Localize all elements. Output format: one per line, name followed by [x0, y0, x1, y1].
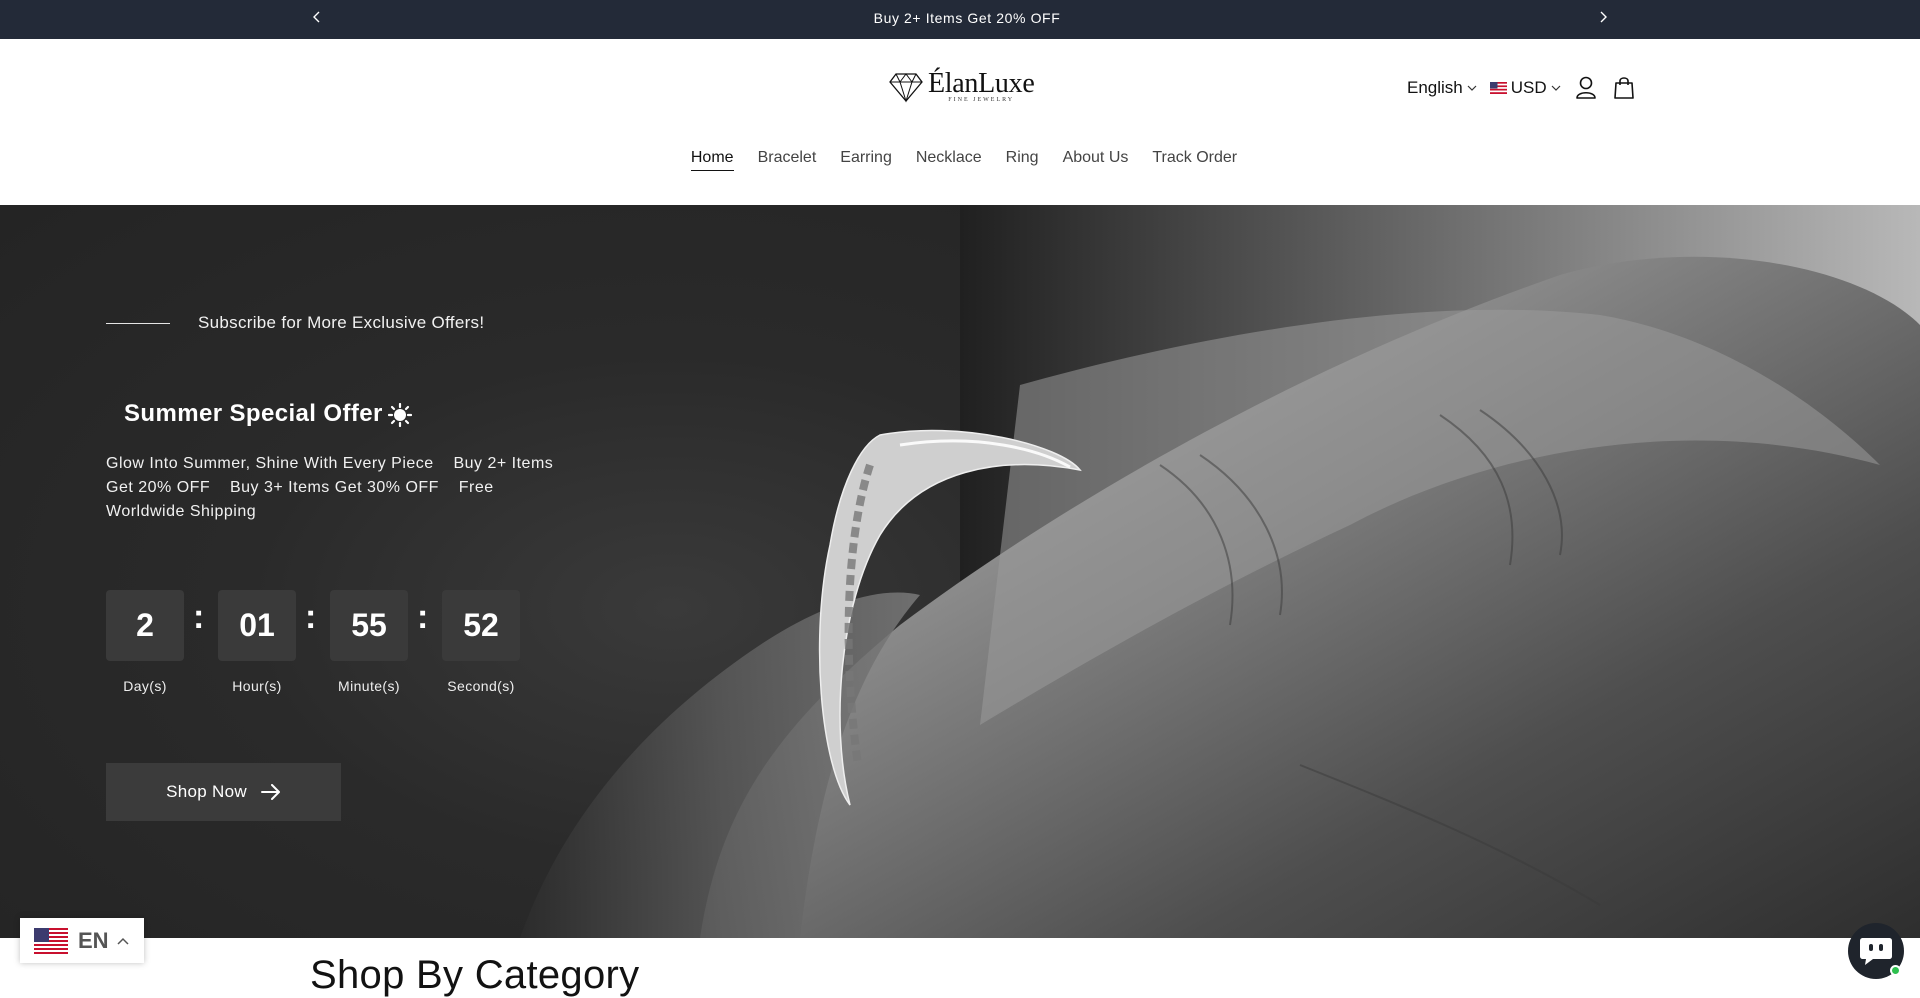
- announcement-bar: Buy 2+ Items Get 20% OFF: [0, 0, 1920, 39]
- countdown-days-label: Day(s): [123, 678, 167, 694]
- countdown-seconds: 52: [442, 590, 520, 661]
- currency-selector[interactable]: USD: [1489, 78, 1561, 98]
- subscribe-text: Subscribe for More Exclusive Offers!: [198, 313, 485, 332]
- chat-launcher[interactable]: [1848, 923, 1904, 979]
- brand-tagline: FINE JEWELRY: [948, 97, 1015, 103]
- nav-item-earring[interactable]: Earring: [840, 149, 892, 171]
- us-flag-icon: [34, 927, 68, 954]
- chevron-up-icon: [117, 937, 129, 945]
- currency-label: USD: [1510, 78, 1547, 97]
- main-nav: Home Bracelet Earring Necklace Ring About Us T…: [0, 149, 1920, 171]
- online-status-dot: [1890, 965, 1901, 976]
- subscribe-divider: [106, 323, 170, 324]
- nav-item-track-order[interactable]: Track Order: [1152, 149, 1237, 171]
- section-title: Shop By Category: [310, 953, 640, 997]
- countdown-minutes: 55: [330, 590, 408, 661]
- chat-bot-icon: [1860, 938, 1892, 965]
- chevron-down-icon: [1551, 85, 1561, 91]
- countdown-separator: :: [193, 598, 205, 636]
- us-flag-icon: [1489, 82, 1507, 94]
- countdown-hours-label: Hour(s): [232, 678, 282, 694]
- countdown-days: 2: [106, 590, 184, 661]
- nav-item-ring[interactable]: Ring: [1006, 149, 1039, 171]
- shop-now-label: Shop Now: [166, 782, 247, 801]
- user-icon[interactable]: [1575, 76, 1597, 100]
- nav-item-about-us[interactable]: About Us: [1063, 149, 1129, 171]
- chevron-right-icon[interactable]: [1592, 8, 1614, 30]
- chevron-down-icon: [1467, 85, 1477, 91]
- countdown-separator: :: [305, 598, 317, 636]
- countdown-separator: :: [417, 598, 429, 636]
- hero-banner: Subscribe for More Exclusive Offers! Sum…: [0, 205, 1920, 938]
- site-header: ÉlanLuxe FINE JEWELRY English USD Home B…: [0, 39, 1920, 205]
- language-selector[interactable]: English: [1407, 78, 1477, 98]
- language-switcher-widget[interactable]: EN: [20, 918, 144, 963]
- diamond-icon: [889, 73, 923, 103]
- nav-item-home[interactable]: Home: [690, 149, 734, 171]
- language-code: EN: [78, 927, 109, 953]
- logo[interactable]: ÉlanLuxe FINE JEWELRY: [888, 68, 1035, 105]
- nav-item-necklace[interactable]: Necklace: [916, 149, 982, 171]
- shopping-bag-icon[interactable]: [1613, 76, 1635, 100]
- nav-item-bracelet[interactable]: Bracelet: [758, 149, 817, 171]
- countdown-hours: 01: [218, 590, 296, 661]
- offer-title: Summer Special Offer: [124, 400, 383, 427]
- offer-description: Glow Into Summer, Shine With Every Piece…: [106, 455, 559, 520]
- brand-name: ÉlanLuxe: [928, 68, 1035, 99]
- language-label: English: [1407, 78, 1463, 97]
- countdown-seconds-label: Second(s): [447, 678, 515, 694]
- shop-now-button[interactable]: Shop Now: [106, 763, 341, 821]
- announcement-message: Buy 2+ Items Get 20% OFF: [873, 10, 1061, 26]
- countdown-minutes-label: Minute(s): [338, 678, 400, 694]
- arrow-right-icon: [260, 784, 280, 800]
- sun-icon: [388, 403, 412, 427]
